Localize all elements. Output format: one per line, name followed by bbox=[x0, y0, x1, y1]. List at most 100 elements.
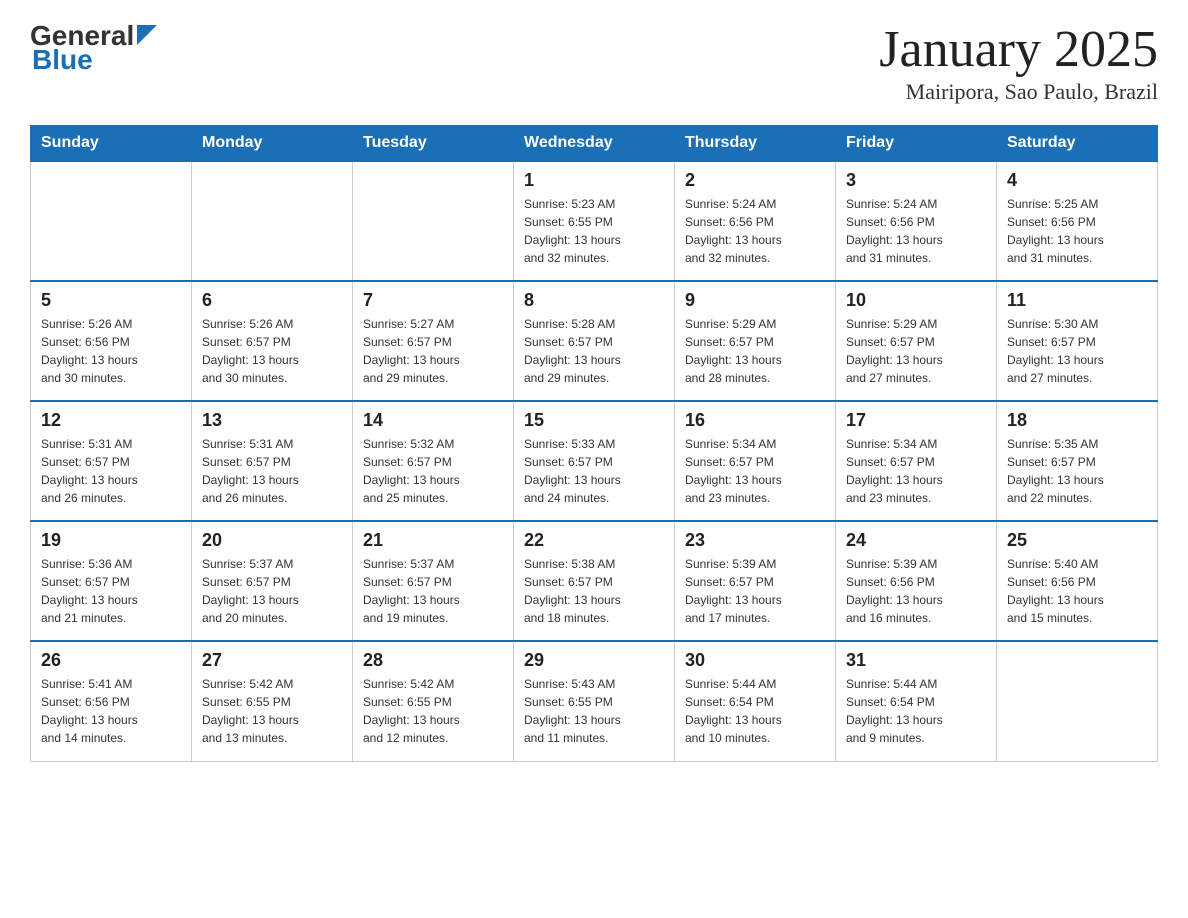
day-info: Sunrise: 5:24 AMSunset: 6:56 PMDaylight:… bbox=[846, 195, 986, 267]
day-cell: 18 Sunrise: 5:35 AMSunset: 6:57 PMDayligh… bbox=[997, 401, 1158, 521]
day-info: Sunrise: 5:42 AMSunset: 6:55 PMDaylight:… bbox=[363, 675, 503, 747]
header-col-friday: Friday bbox=[836, 126, 997, 162]
day-info: Sunrise: 5:32 AMSunset: 6:57 PMDaylight:… bbox=[363, 435, 503, 507]
day-number: 14 bbox=[363, 410, 503, 431]
day-cell: 15Sunrise: 5:33 AMSunset: 6:57 PMDayligh… bbox=[514, 401, 675, 521]
header-row: SundayMondayTuesdayWednesdayThursdayFrid… bbox=[31, 126, 1158, 162]
day-info: Sunrise: 5:37 AMSunset: 6:57 PMDaylight:… bbox=[363, 555, 503, 627]
day-info: Sunrise: 5:24 AMSunset: 6:56 PMDaylight:… bbox=[685, 195, 825, 267]
day-number: 6 bbox=[202, 290, 342, 311]
day-cell: 10 Sunrise: 5:29 AMSunset: 6:57 PMDayligh… bbox=[836, 281, 997, 401]
day-number: 26 bbox=[41, 650, 181, 671]
day-number: 24 bbox=[846, 530, 986, 551]
day-cell: 12 Sunrise: 5:31 AMSunset: 6:57 PMDayligh… bbox=[31, 401, 192, 521]
day-number: 29 bbox=[524, 650, 664, 671]
day-cell: 6 Sunrise: 5:26 AMSunset: 6:57 PMDaylight… bbox=[192, 281, 353, 401]
day-number: 13 bbox=[202, 410, 342, 431]
day-cell: 25 Sunrise: 5:40 AMSunset: 6:56 PMDayligh… bbox=[997, 521, 1158, 641]
day-info: Sunrise: 5:33 AMSunset: 6:57 PMDaylight:… bbox=[524, 435, 664, 507]
day-cell: 13 Sunrise: 5:31 AMSunset: 6:57 PMDayligh… bbox=[192, 401, 353, 521]
day-cell: 26 Sunrise: 5:41 AMSunset: 6:56 PMDayligh… bbox=[31, 641, 192, 761]
day-info: Sunrise: 5:40 AMSunset: 6:56 PMDaylight:… bbox=[1007, 555, 1147, 627]
day-cell bbox=[997, 641, 1158, 761]
day-info: Sunrise: 5:34 AMSunset: 6:57 PMDaylight:… bbox=[685, 435, 825, 507]
day-cell: 16Sunrise: 5:34 AMSunset: 6:57 PMDayligh… bbox=[675, 401, 836, 521]
header-col-thursday: Thursday bbox=[675, 126, 836, 162]
day-number: 25 bbox=[1007, 530, 1147, 551]
day-number: 5 bbox=[41, 290, 181, 311]
day-number: 9 bbox=[685, 290, 825, 311]
day-cell: 31 Sunrise: 5:44 AMSunset: 6:54 PMDayligh… bbox=[836, 641, 997, 761]
day-cell: 3Sunrise: 5:24 AMSunset: 6:56 PMDaylight… bbox=[836, 161, 997, 281]
day-cell: 19 Sunrise: 5:36 AMSunset: 6:57 PMDayligh… bbox=[31, 521, 192, 641]
day-info: Sunrise: 5:34 AMSunset: 6:57 PMDaylight:… bbox=[846, 435, 986, 507]
day-info: Sunrise: 5:37 AMSunset: 6:57 PMDaylight:… bbox=[202, 555, 342, 627]
day-info: Sunrise: 5:39 AMSunset: 6:57 PMDaylight:… bbox=[685, 555, 825, 627]
day-info: Sunrise: 5:43 AMSunset: 6:55 PMDaylight:… bbox=[524, 675, 664, 747]
day-info: Sunrise: 5:29 AMSunset: 6:57 PMDaylight:… bbox=[685, 315, 825, 387]
day-info: Sunrise: 5:31 AMSunset: 6:57 PMDaylight:… bbox=[41, 435, 181, 507]
day-cell: 14 Sunrise: 5:32 AMSunset: 6:57 PMDayligh… bbox=[353, 401, 514, 521]
calendar-table: SundayMondayTuesdayWednesdayThursdayFrid… bbox=[30, 125, 1158, 762]
day-number: 30 bbox=[685, 650, 825, 671]
header-col-saturday: Saturday bbox=[997, 126, 1158, 162]
logo-triangle-icon bbox=[137, 25, 157, 45]
day-cell: 8Sunrise: 5:28 AMSunset: 6:57 PMDaylight… bbox=[514, 281, 675, 401]
day-info: Sunrise: 5:41 AMSunset: 6:56 PMDaylight:… bbox=[41, 675, 181, 747]
day-number: 18 bbox=[1007, 410, 1147, 431]
day-cell: 29 Sunrise: 5:43 AMSunset: 6:55 PMDayligh… bbox=[514, 641, 675, 761]
day-number: 4 bbox=[1007, 170, 1147, 191]
day-number: 20 bbox=[202, 530, 342, 551]
day-cell: 5 Sunrise: 5:26 AMSunset: 6:56 PMDaylight… bbox=[31, 281, 192, 401]
day-info: Sunrise: 5:44 AMSunset: 6:54 PMDaylight:… bbox=[846, 675, 986, 747]
day-cell bbox=[31, 161, 192, 281]
day-number: 2 bbox=[685, 170, 825, 191]
calendar-subtitle: Mairipora, Sao Paulo, Brazil bbox=[879, 79, 1158, 105]
day-info: Sunrise: 5:31 AMSunset: 6:57 PMDaylight:… bbox=[202, 435, 342, 507]
day-number: 23 bbox=[685, 530, 825, 551]
day-number: 1 bbox=[524, 170, 664, 191]
day-number: 17 bbox=[846, 410, 986, 431]
day-number: 22 bbox=[524, 530, 664, 551]
day-cell: 11Sunrise: 5:30 AMSunset: 6:57 PMDayligh… bbox=[997, 281, 1158, 401]
day-cell: 23 Sunrise: 5:39 AMSunset: 6:57 PMDayligh… bbox=[675, 521, 836, 641]
day-info: Sunrise: 5:26 AMSunset: 6:56 PMDaylight:… bbox=[41, 315, 181, 387]
week-row-2: 12 Sunrise: 5:31 AMSunset: 6:57 PMDayligh… bbox=[31, 401, 1158, 521]
day-info: Sunrise: 5:25 AMSunset: 6:56 PMDaylight:… bbox=[1007, 195, 1147, 267]
day-info: Sunrise: 5:29 AMSunset: 6:57 PMDaylight:… bbox=[846, 315, 986, 387]
header-col-wednesday: Wednesday bbox=[514, 126, 675, 162]
day-info: Sunrise: 5:23 AMSunset: 6:55 PMDaylight:… bbox=[524, 195, 664, 267]
day-number: 28 bbox=[363, 650, 503, 671]
day-info: Sunrise: 5:38 AMSunset: 6:57 PMDaylight:… bbox=[524, 555, 664, 627]
day-info: Sunrise: 5:28 AMSunset: 6:57 PMDaylight:… bbox=[524, 315, 664, 387]
day-info: Sunrise: 5:44 AMSunset: 6:54 PMDaylight:… bbox=[685, 675, 825, 747]
logo: General Blue bbox=[30, 20, 157, 76]
week-row-0: 1 Sunrise: 5:23 AMSunset: 6:55 PMDaylight… bbox=[31, 161, 1158, 281]
day-number: 19 bbox=[41, 530, 181, 551]
week-row-1: 5 Sunrise: 5:26 AMSunset: 6:56 PMDaylight… bbox=[31, 281, 1158, 401]
day-info: Sunrise: 5:26 AMSunset: 6:57 PMDaylight:… bbox=[202, 315, 342, 387]
header-col-monday: Monday bbox=[192, 126, 353, 162]
day-cell: 4 Sunrise: 5:25 AMSunset: 6:56 PMDaylight… bbox=[997, 161, 1158, 281]
day-number: 21 bbox=[363, 530, 503, 551]
day-info: Sunrise: 5:42 AMSunset: 6:55 PMDaylight:… bbox=[202, 675, 342, 747]
week-row-4: 26 Sunrise: 5:41 AMSunset: 6:56 PMDayligh… bbox=[31, 641, 1158, 761]
day-cell: 28 Sunrise: 5:42 AMSunset: 6:55 PMDayligh… bbox=[353, 641, 514, 761]
logo-blue-text: Blue bbox=[32, 44, 93, 76]
day-cell: 27 Sunrise: 5:42 AMSunset: 6:55 PMDayligh… bbox=[192, 641, 353, 761]
day-cell bbox=[192, 161, 353, 281]
day-cell bbox=[353, 161, 514, 281]
calendar-title: January 2025 bbox=[879, 20, 1158, 79]
day-number: 10 bbox=[846, 290, 986, 311]
header-col-sunday: Sunday bbox=[31, 126, 192, 162]
day-cell: 22 Sunrise: 5:38 AMSunset: 6:57 PMDayligh… bbox=[514, 521, 675, 641]
day-number: 27 bbox=[202, 650, 342, 671]
week-row-3: 19 Sunrise: 5:36 AMSunset: 6:57 PMDayligh… bbox=[31, 521, 1158, 641]
day-cell: 2 Sunrise: 5:24 AMSunset: 6:56 PMDaylight… bbox=[675, 161, 836, 281]
day-info: Sunrise: 5:36 AMSunset: 6:57 PMDaylight:… bbox=[41, 555, 181, 627]
day-number: 31 bbox=[846, 650, 986, 671]
day-info: Sunrise: 5:35 AMSunset: 6:57 PMDaylight:… bbox=[1007, 435, 1147, 507]
day-number: 12 bbox=[41, 410, 181, 431]
title-block: January 2025 Mairipora, Sao Paulo, Brazi… bbox=[879, 20, 1158, 105]
day-cell: 21 Sunrise: 5:37 AMSunset: 6:57 PMDayligh… bbox=[353, 521, 514, 641]
